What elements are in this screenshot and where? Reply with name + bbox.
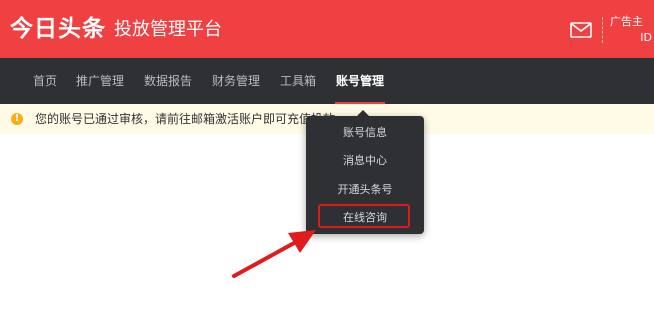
- top-header: 今日头条 投放管理平台 广告主 ID: [0, 0, 654, 58]
- nav-item-reports[interactable]: 数据报告: [144, 58, 192, 104]
- main-nav: 首页 推广管理 数据报告 财务管理 工具箱 账号管理: [0, 58, 654, 104]
- account-info[interactable]: 广告主 ID: [610, 14, 654, 46]
- menu-item-account-info[interactable]: 账号信息: [306, 119, 424, 147]
- account-label: 广告主: [610, 15, 643, 28]
- menu-item-open-toutiao-account[interactable]: 开通头条号: [306, 176, 424, 204]
- notice-text: 您的账号已通过审核，请前往邮箱激活账户即可充值投放: [35, 112, 336, 126]
- header-divider: [602, 17, 603, 43]
- nav-item-home[interactable]: 首页: [33, 58, 57, 104]
- logo[interactable]: 今日头条: [10, 14, 106, 44]
- nav-item-account[interactable]: 账号管理: [334, 58, 386, 104]
- account-id-label: ID: [640, 31, 652, 44]
- nav-item-promotion[interactable]: 推广管理: [76, 58, 124, 104]
- red-arrow-icon: [232, 230, 316, 278]
- nav-item-toolbox[interactable]: 工具箱: [280, 58, 316, 104]
- menu-item-message-center[interactable]: 消息中心: [306, 147, 424, 175]
- nav-item-finance[interactable]: 财务管理: [212, 58, 260, 104]
- platform-title: 投放管理平台: [114, 19, 222, 40]
- warning-icon: !: [11, 113, 23, 125]
- mail-icon[interactable]: [570, 22, 592, 38]
- highlight-box: [318, 204, 410, 228]
